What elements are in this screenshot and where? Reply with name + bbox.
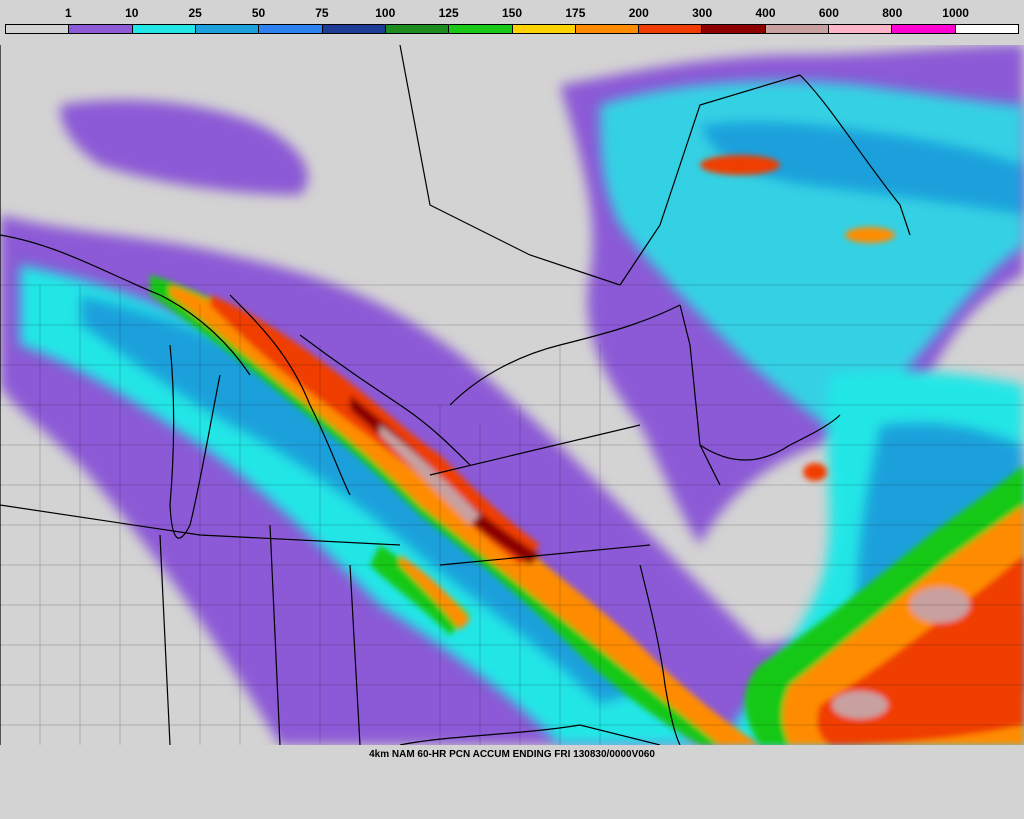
colorbar-label: 175 [565, 6, 586, 20]
colorbar-swatch [512, 25, 576, 33]
precip-colorbar [5, 24, 1019, 34]
colorbar-swatch [575, 25, 640, 33]
colorbar-swatch [829, 25, 893, 33]
colorbar-swatch [195, 25, 260, 33]
colorbar-label: 10 [125, 6, 139, 20]
colorbar-label: 75 [315, 6, 329, 20]
colorbar-swatch [322, 25, 386, 33]
colorbar-label: 1000 [942, 6, 969, 20]
colorbar-label: 50 [251, 6, 266, 20]
map-caption: 4km NAM 60-HR PCN ACCUM ENDING FRI 13083… [369, 749, 655, 760]
colorbar-label: 150 [501, 6, 523, 20]
colorbar-swatch [6, 25, 70, 33]
colorbar-swatch [765, 25, 830, 33]
colorbar-swatch [449, 25, 513, 33]
colorbar-label: 25 [188, 6, 202, 20]
colorbar-swatch [639, 25, 703, 33]
colorbar-label: 1 [65, 6, 72, 20]
colorbar-label: 400 [755, 6, 776, 20]
colorbar-label: 100 [375, 6, 396, 20]
colorbar-label: 300 [692, 6, 713, 20]
colorbar-swatch [385, 25, 450, 33]
colorbar-label: 800 [882, 6, 903, 20]
colorbar-label: 600 [818, 6, 839, 20]
colorbar-label: 200 [628, 6, 649, 20]
colorbar-swatch [259, 25, 323, 33]
colorbar-swatch [955, 25, 1018, 33]
colorbar-swatch [892, 25, 956, 33]
colorbar-swatch [132, 25, 196, 33]
precipitation-map [0, 45, 1024, 745]
colorbar-swatch [69, 25, 133, 33]
colorbar-label: 125 [438, 6, 459, 20]
colorbar-swatch [702, 25, 766, 33]
colorbar-labels: 1 10 25 50 75 100 125 150 175 200 300 400 600 800 1000 [0, 0, 1024, 24]
